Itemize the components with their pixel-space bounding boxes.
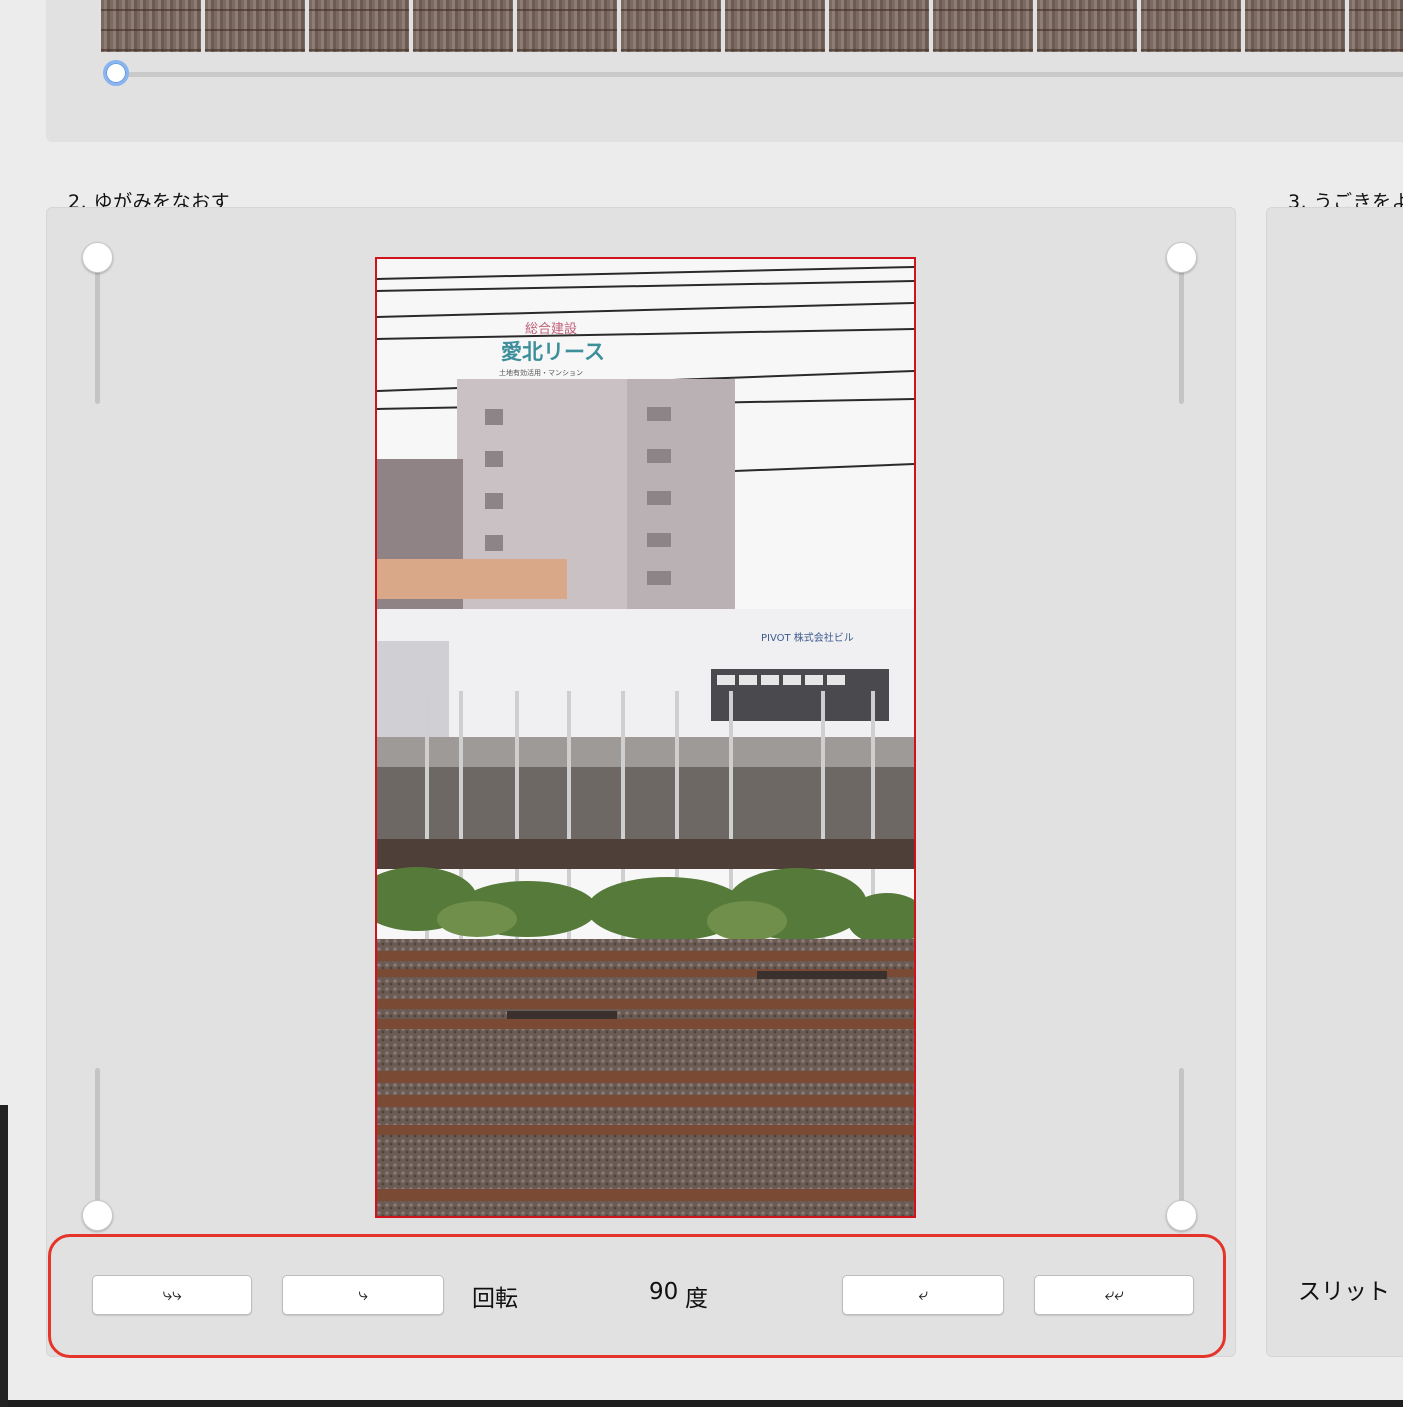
filmstrip-frame[interactable] bbox=[309, 0, 409, 52]
slider-knob[interactable] bbox=[1166, 242, 1197, 273]
background-window-edge bbox=[0, 0, 8, 1407]
filmstrip-frame[interactable] bbox=[1141, 0, 1241, 52]
rotation-unit: 度 bbox=[685, 1286, 708, 1312]
filmstrip-frame[interactable] bbox=[101, 0, 201, 52]
filmstrip-frame[interactable] bbox=[205, 0, 305, 52]
building-sign-text: PIVOT 株式会社ビル bbox=[761, 631, 854, 644]
slider-knob[interactable] bbox=[82, 1200, 113, 1231]
filmstrip-frame[interactable] bbox=[1349, 0, 1403, 52]
sign-text-top: 総合建設 bbox=[525, 321, 577, 337]
slider-knob[interactable] bbox=[82, 242, 113, 273]
slider-knob[interactable] bbox=[1166, 1200, 1197, 1231]
filmstrip bbox=[101, 0, 1403, 52]
motion-panel bbox=[1266, 207, 1403, 1357]
rotate-right-double-button[interactable]: ⤶⤶ bbox=[1034, 1275, 1194, 1315]
filmstrip-frame[interactable] bbox=[1037, 0, 1137, 52]
slider-track[interactable] bbox=[1179, 252, 1184, 404]
bottom-left-corner-slider[interactable] bbox=[82, 1068, 113, 1232]
rotation-control-bar: ⤷⤷ ⤷ 回転 90 度 ⤶ ⤶⤶ bbox=[48, 1234, 1226, 1358]
frame-select-panel bbox=[46, 0, 1403, 142]
rotation-value: 90 bbox=[649, 1279, 679, 1305]
rotate-right-button[interactable]: ⤶ bbox=[842, 1275, 1004, 1315]
filmstrip-frame[interactable] bbox=[1245, 0, 1345, 52]
slider-track[interactable] bbox=[95, 252, 100, 404]
filmstrip-frame[interactable] bbox=[413, 0, 513, 52]
top-left-corner-slider[interactable] bbox=[82, 242, 113, 412]
filmstrip-frame[interactable] bbox=[933, 0, 1033, 52]
filmstrip-frame[interactable] bbox=[517, 0, 617, 52]
top-right-corner-slider[interactable] bbox=[1166, 242, 1197, 412]
preview-image: 総合建設 愛北リース 土地有効活用・マンション PIVOT 株式会社ビル bbox=[375, 257, 916, 1218]
rotation-label: 回転 bbox=[472, 1286, 518, 1312]
slider-track[interactable] bbox=[95, 1068, 100, 1208]
timeline-slider-knob[interactable] bbox=[103, 60, 129, 86]
filmstrip-frame[interactable] bbox=[829, 0, 929, 52]
sign-text-sub: 土地有効活用・マンション bbox=[499, 368, 583, 377]
rotate-left-double-button[interactable]: ⤷⤷ bbox=[92, 1275, 252, 1315]
sign-text-main: 愛北リース bbox=[501, 340, 605, 364]
slider-track[interactable] bbox=[1179, 1068, 1184, 1208]
bottom-right-corner-slider[interactable] bbox=[1166, 1068, 1197, 1232]
app-window: 2. ゆがみをなおす 3. うごきをよ 総合建設 愛北リース 土地有効活用・マン… bbox=[8, 0, 1403, 1400]
filmstrip-frame[interactable] bbox=[621, 0, 721, 52]
filmstrip-frame[interactable] bbox=[725, 0, 825, 52]
timeline-slider-track[interactable] bbox=[108, 72, 1403, 77]
rotate-left-button[interactable]: ⤷ bbox=[282, 1275, 444, 1315]
slit-label: スリット bbox=[1298, 1279, 1390, 1305]
